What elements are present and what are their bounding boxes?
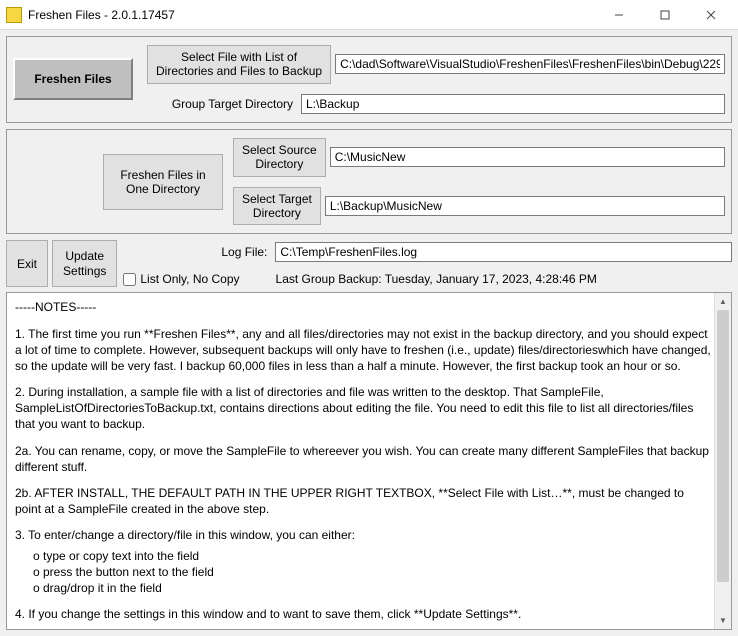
freshen-one-directory-button[interactable]: Freshen Files in One Directory bbox=[103, 154, 223, 210]
update-settings-button[interactable]: Update Settings bbox=[52, 240, 117, 287]
notes-header: -----NOTES----- bbox=[15, 299, 711, 315]
select-target-directory-button[interactable]: Select Target Directory bbox=[233, 187, 321, 226]
source-directory-input[interactable] bbox=[330, 147, 725, 167]
maximize-button[interactable] bbox=[642, 0, 688, 30]
notes-panel: -----NOTES----- 1. The first time you ru… bbox=[6, 292, 732, 630]
minimize-icon bbox=[614, 10, 624, 20]
controls-row: Exit Update Settings Log File: List Only… bbox=[6, 240, 732, 288]
window-title: Freshen Files - 2.0.1.17457 bbox=[28, 8, 175, 22]
app-icon bbox=[6, 7, 22, 23]
maximize-icon bbox=[660, 10, 670, 20]
notes-p4: 4. If you change the settings in this wi… bbox=[15, 606, 711, 622]
list-only-label: List Only, No Copy bbox=[140, 272, 239, 286]
notes-p3: 3. To enter/change a directory/file in t… bbox=[15, 527, 711, 543]
notes-p3b: o press the button next to the field bbox=[15, 564, 711, 580]
notes-p3a: o type or copy text into the field bbox=[15, 548, 711, 564]
group-target-path-input[interactable] bbox=[301, 94, 725, 114]
notes-p2b: 2b. AFTER INSTALL, THE DEFAULT PATH IN T… bbox=[15, 485, 711, 517]
last-backup-text: Last Group Backup: Tuesday, January 17, … bbox=[276, 272, 597, 286]
log-file-label: Log File: bbox=[151, 245, 271, 259]
notes-p1: 1. The first time you run **Freshen File… bbox=[15, 326, 711, 375]
exit-button[interactable]: Exit bbox=[6, 240, 48, 287]
minimize-button[interactable] bbox=[596, 0, 642, 30]
list-only-checkbox[interactable]: List Only, No Copy bbox=[123, 272, 239, 286]
group-target-label: Group Target Directory bbox=[147, 97, 297, 111]
notes-scrollbar[interactable]: ▲ ▼ bbox=[714, 293, 731, 629]
notes-p3c: o drag/drop it in the field bbox=[15, 580, 711, 596]
notes-p2a: 2a. You can rename, copy, or move the Sa… bbox=[15, 443, 711, 475]
notes-text[interactable]: -----NOTES----- 1. The first time you ru… bbox=[15, 299, 711, 623]
select-file-list-button[interactable]: Select File with List of Directories and… bbox=[147, 45, 331, 84]
window-buttons bbox=[596, 0, 734, 30]
log-file-input[interactable] bbox=[275, 242, 732, 262]
file-list-path-input[interactable] bbox=[335, 54, 725, 74]
scroll-up-button[interactable]: ▲ bbox=[715, 293, 731, 310]
notes-p2: 2. During installation, a sample file wi… bbox=[15, 384, 711, 433]
target-directory-input[interactable] bbox=[325, 196, 725, 216]
scroll-thumb[interactable] bbox=[717, 310, 729, 582]
single-directory-panel: Freshen Files in One Directory Select So… bbox=[6, 129, 732, 235]
freshen-files-button[interactable]: Freshen Files bbox=[13, 58, 133, 100]
list-only-checkbox-input[interactable] bbox=[123, 273, 136, 286]
select-source-directory-button[interactable]: Select Source Directory bbox=[233, 138, 326, 177]
scroll-track[interactable] bbox=[715, 310, 731, 612]
close-button[interactable] bbox=[688, 0, 734, 30]
group-backup-panel: Freshen Files Select File with List of D… bbox=[6, 36, 732, 123]
close-icon bbox=[706, 10, 716, 20]
scroll-down-button[interactable]: ▼ bbox=[715, 612, 731, 629]
titlebar: Freshen Files - 2.0.1.17457 bbox=[0, 0, 738, 30]
